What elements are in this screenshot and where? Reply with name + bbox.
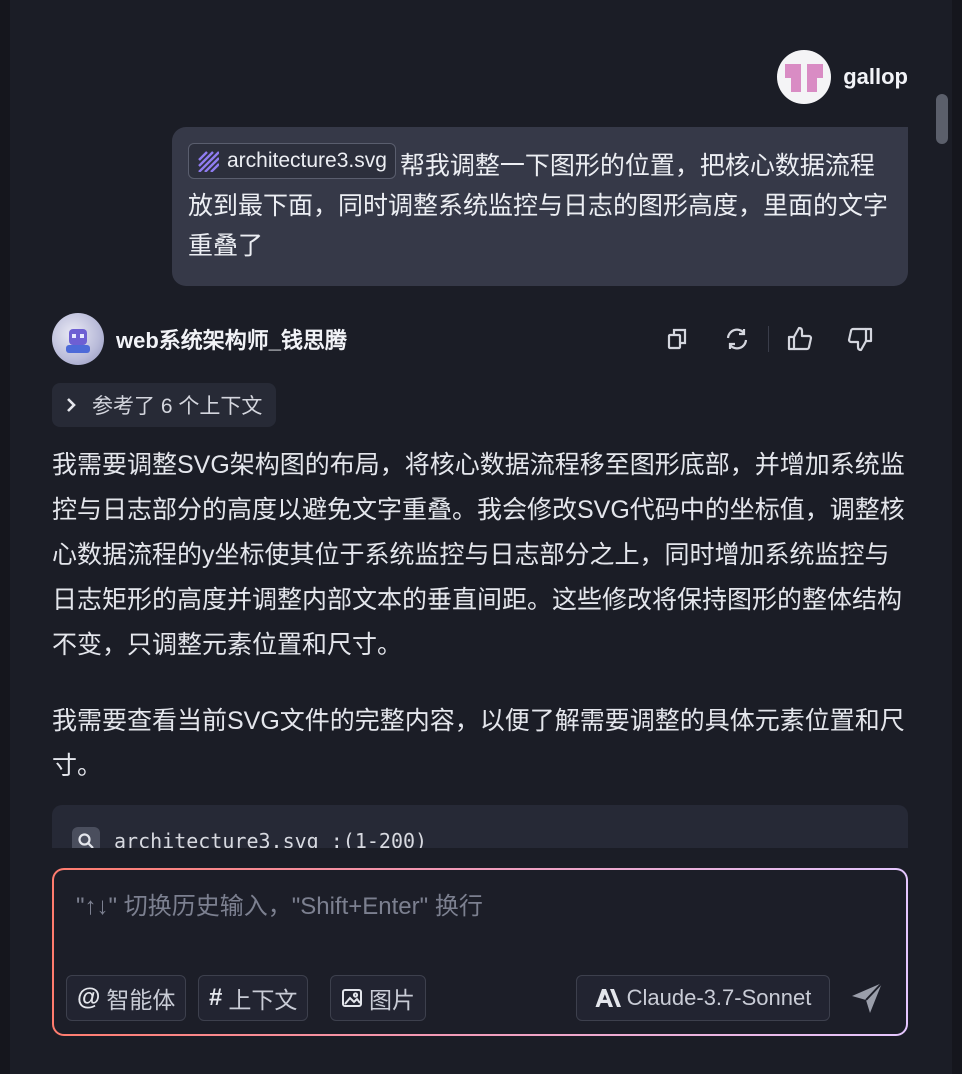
scrollbar-thumb[interactable] bbox=[936, 94, 948, 144]
image-button[interactable]: 图片 bbox=[330, 975, 426, 1021]
assistant-paragraph-2: 我需要查看当前SVG文件的完整内容，以便了解需要调整的具体元素位置和尺寸。 bbox=[52, 707, 905, 780]
context-label: 参考了 6 个上下文 bbox=[92, 395, 263, 418]
model-label: Claude-3.7-Sonnet bbox=[626, 985, 812, 1010]
left-edge bbox=[0, 0, 10, 1074]
user-name: gallop bbox=[843, 64, 908, 89]
send-icon bbox=[852, 982, 883, 1013]
tool-call-label: architecture3.svg :(1-200) bbox=[114, 829, 428, 848]
thumbs-down-icon[interactable] bbox=[843, 322, 877, 356]
copy-icon[interactable] bbox=[660, 322, 694, 356]
image-icon bbox=[342, 989, 362, 1007]
actions-divider bbox=[768, 326, 769, 352]
hash-icon: # bbox=[209, 984, 223, 1011]
tool-call-card[interactable]: architecture3.svg :(1-200) bbox=[52, 805, 908, 848]
agent-label: 智能体 bbox=[106, 987, 176, 1013]
message-actions bbox=[660, 322, 877, 356]
composer: "↑↓" 切换历史输入，"Shift+Enter" 换行 @ 智能体 # 上下文… bbox=[52, 868, 908, 1036]
robot-icon bbox=[66, 329, 90, 353]
composer-placeholder: "↑↓" 切换历史输入，"Shift+Enter" 换行 bbox=[76, 893, 483, 920]
assistant-name: web系统架构师_钱思腾 bbox=[116, 328, 348, 353]
thumbs-up-icon[interactable] bbox=[783, 322, 817, 356]
chevron-right-icon bbox=[67, 398, 76, 412]
user-avatar[interactable] bbox=[777, 50, 832, 104]
at-icon: @ bbox=[77, 984, 101, 1011]
attachment-name: architecture3.svg bbox=[227, 149, 387, 172]
right-edge bbox=[952, 0, 962, 1074]
agent-button[interactable]: @ 智能体 bbox=[66, 975, 187, 1021]
attachment-chip[interactable]: architecture3.svg bbox=[188, 143, 396, 179]
user-header: gallop bbox=[777, 50, 908, 104]
assistant-header: web系统架构师_钱思腾 bbox=[52, 313, 347, 365]
assistant-avatar[interactable] bbox=[52, 313, 104, 365]
model-selector[interactable]: Claude-3.7-Sonnet bbox=[576, 975, 830, 1021]
send-button[interactable] bbox=[849, 980, 885, 1016]
context-button[interactable]: # 上下文 bbox=[198, 975, 309, 1021]
anthropic-icon bbox=[595, 989, 621, 1007]
refresh-icon[interactable] bbox=[720, 322, 754, 356]
image-label: 图片 bbox=[369, 987, 415, 1013]
context-button-label: 上下文 bbox=[228, 987, 298, 1013]
file-stripes-icon bbox=[198, 151, 219, 172]
search-icon bbox=[72, 827, 100, 848]
context-toggle[interactable]: 参考了 6 个上下文 bbox=[52, 383, 277, 427]
assistant-paragraph-1: 我需要调整SVG架构图的布局，将核心数据流程移至图形底部，并增加系统监控与日志部… bbox=[52, 451, 905, 659]
user-message-bubble: architecture3.svg 帮我调整一下图形的位置，把核心数据流程放到最… bbox=[172, 127, 908, 286]
composer-input[interactable]: "↑↓" 切换历史输入，"Shift+Enter" 换行 @ 智能体 # 上下文… bbox=[54, 870, 906, 1034]
